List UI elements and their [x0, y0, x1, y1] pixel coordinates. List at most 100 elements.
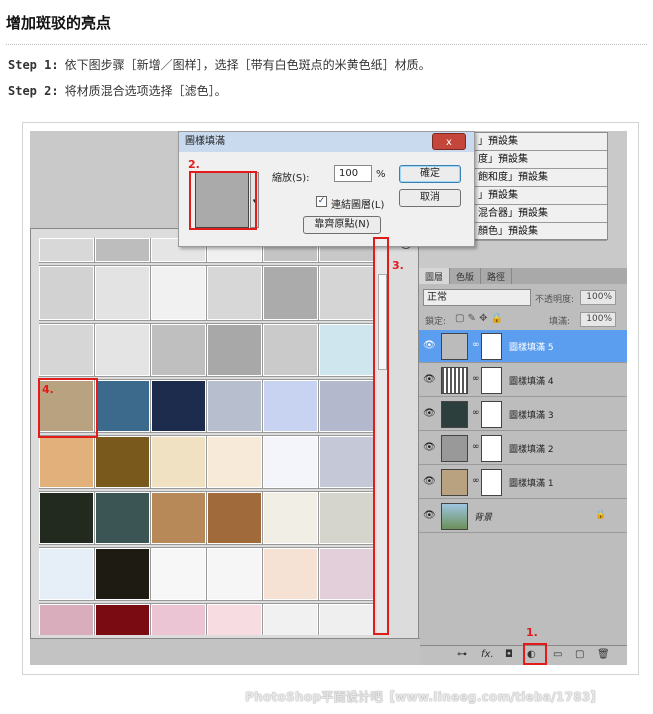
- pattern-swatch[interactable]: [318, 547, 375, 601]
- pattern-swatch[interactable]: [318, 491, 375, 545]
- layer-row[interactable]: 👁 ∞ 圖樣填滿 5: [419, 330, 627, 363]
- layer-row[interactable]: 👁 ∞ 圖樣填滿 4: [419, 364, 627, 397]
- opacity-label: 不透明度:: [535, 295, 575, 305]
- pattern-swatch[interactable]: [318, 435, 375, 489]
- layer-mask: [481, 401, 502, 428]
- layer-name: 圖樣填滿 5: [509, 343, 554, 353]
- pattern-swatch[interactable]: [150, 603, 207, 635]
- pattern-swatch[interactable]: [150, 265, 207, 321]
- layer-mask: [481, 367, 502, 394]
- layer-row[interactable]: 👁 背景 🔒: [419, 500, 627, 533]
- pattern-swatch[interactable]: [206, 323, 263, 377]
- pattern-swatch[interactable]: [206, 379, 263, 433]
- scale-input[interactable]: 100: [334, 165, 372, 182]
- pattern-swatch[interactable]: [150, 323, 207, 377]
- pattern-swatch[interactable]: [150, 491, 207, 545]
- tab-paths[interactable]: 路徑: [481, 268, 513, 284]
- pattern-swatch[interactable]: [262, 323, 319, 377]
- pattern-swatch[interactable]: [39, 547, 95, 601]
- pattern-swatch[interactable]: [206, 547, 263, 601]
- dialog-title: 圖樣填滿: [179, 132, 474, 152]
- article-heading: 增加斑驳的亮点: [6, 14, 112, 32]
- pattern-swatch[interactable]: [262, 435, 319, 489]
- layer-name: 圖樣填滿 2: [509, 445, 554, 455]
- ok-button[interactable]: 確定: [399, 165, 461, 183]
- step-2: Step 2: 将材质混合选项选择［滤色］。: [8, 82, 227, 99]
- layer-thumbnail: [441, 333, 468, 360]
- pattern-swatch[interactable]: [39, 265, 95, 321]
- pattern-swatch[interactable]: [94, 265, 151, 321]
- step-2-label: Step 2:: [8, 84, 59, 98]
- blend-mode-select[interactable]: 正常: [423, 289, 531, 306]
- new-layer-icon[interactable]: ▢: [575, 649, 584, 660]
- annotation-1: 1.: [526, 626, 538, 639]
- fill-field[interactable]: 100%: [580, 312, 616, 327]
- pattern-swatch[interactable]: [39, 238, 95, 263]
- opacity-field[interactable]: 100%: [580, 290, 616, 305]
- annotation-4: 4.: [42, 383, 54, 396]
- pattern-swatch[interactable]: [318, 265, 375, 321]
- pattern-swatch[interactable]: [94, 491, 151, 545]
- pattern-swatch[interactable]: [318, 603, 375, 635]
- pattern-swatch[interactable]: [39, 603, 95, 635]
- layer-mask: [481, 435, 502, 462]
- eye-icon[interactable]: 👁: [423, 374, 436, 385]
- pattern-swatch[interactable]: [206, 435, 263, 489]
- step-1-label: Step 1:: [8, 58, 59, 72]
- pattern-swatch[interactable]: [206, 603, 263, 635]
- watermark: PhotoShop平面设计吧【www.lineeg.com/tieba/1783…: [245, 690, 603, 704]
- eye-icon[interactable]: 👁: [423, 476, 436, 487]
- eye-icon[interactable]: 👁: [423, 442, 436, 453]
- preset-item[interactable]: 混合器」預設集: [474, 205, 607, 223]
- pattern-swatch[interactable]: [262, 379, 319, 433]
- pattern-swatch[interactable]: [262, 491, 319, 545]
- preset-item[interactable]: 度」預設集: [474, 151, 607, 169]
- pattern-swatch[interactable]: [150, 435, 207, 489]
- percent-label: %: [376, 169, 386, 180]
- preset-item[interactable]: 」預設集: [474, 133, 607, 151]
- pattern-swatch[interactable]: [94, 547, 151, 601]
- preset-item[interactable]: 飽和度」預設集: [474, 169, 607, 187]
- pattern-swatch[interactable]: [206, 491, 263, 545]
- pattern-swatch[interactable]: [262, 547, 319, 601]
- fx-icon[interactable]: fx.: [481, 649, 494, 660]
- trash-icon[interactable]: 🗑: [597, 649, 610, 660]
- pattern-swatch[interactable]: [262, 265, 319, 321]
- pattern-swatch[interactable]: [150, 379, 207, 433]
- status-bar: [30, 638, 420, 665]
- preset-item[interactable]: 」預設集: [474, 187, 607, 205]
- pattern-swatch[interactable]: [39, 491, 95, 545]
- pattern-swatch[interactable]: [39, 435, 95, 489]
- pattern-swatch[interactable]: [318, 379, 375, 433]
- link-checkbox[interactable]: ✓: [316, 196, 327, 207]
- eye-icon[interactable]: 👁: [423, 510, 436, 521]
- layer-mask: [481, 333, 502, 360]
- pattern-swatch[interactable]: [94, 603, 151, 635]
- pattern-swatch[interactable]: [318, 323, 375, 377]
- lock-icons[interactable]: ▢ ✎ ✥ 🔒: [455, 313, 503, 324]
- pattern-swatch[interactable]: [206, 265, 263, 321]
- pattern-swatch[interactable]: [262, 603, 319, 635]
- link-layers-icon[interactable]: ⊶: [457, 649, 467, 660]
- pattern-swatch[interactable]: [94, 238, 151, 263]
- layer-row[interactable]: 👁 ∞ 圖樣填滿 2: [419, 432, 627, 465]
- new-group-icon[interactable]: ▭: [553, 649, 562, 660]
- pattern-swatch[interactable]: [150, 547, 207, 601]
- preset-item[interactable]: 顏色」預設集: [474, 223, 607, 241]
- eye-icon[interactable]: 👁: [423, 340, 436, 351]
- step-1-text: 依下图步骤［新增／图样］，选择［带有白色斑点的米黄色纸］材质。: [64, 58, 431, 72]
- tab-layers[interactable]: 圖層: [419, 268, 451, 284]
- snap-origin-button[interactable]: 靠齊原點(N): [303, 216, 381, 234]
- pattern-swatch[interactable]: [94, 435, 151, 489]
- tab-channels[interactable]: 色版: [450, 268, 482, 284]
- layer-row[interactable]: 👁 ∞ 圖樣填滿 3: [419, 398, 627, 431]
- annotation-3: 3.: [392, 259, 404, 272]
- close-button[interactable]: x: [432, 133, 466, 150]
- add-mask-icon[interactable]: ◘: [505, 649, 513, 660]
- pattern-swatch[interactable]: [94, 323, 151, 377]
- eye-icon[interactable]: 👁: [423, 408, 436, 419]
- cancel-button[interactable]: 取消: [399, 189, 461, 207]
- pattern-swatch[interactable]: [39, 323, 95, 377]
- layer-row[interactable]: 👁 ∞ 圖樣填滿 1: [419, 466, 627, 499]
- pattern-swatch[interactable]: [94, 379, 151, 433]
